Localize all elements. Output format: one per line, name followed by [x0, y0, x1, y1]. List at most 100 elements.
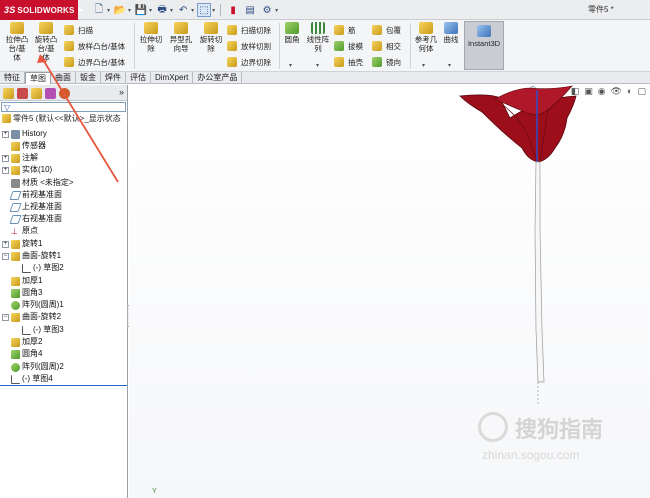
mirror-button[interactable]: 镜向	[372, 56, 401, 68]
boundary-cut-button[interactable]: 边界切除	[227, 56, 271, 68]
tree-item-fillet4[interactable]: 圆角4	[11, 349, 42, 359]
zoom-area-icon[interactable]: ⊕	[546, 86, 554, 97]
extrude-boss-button[interactable]: 拉伸凸 台/基 体	[4, 22, 30, 62]
collapse-icon[interactable]: −	[2, 313, 9, 321]
solid-body-folder-icon	[11, 165, 20, 175]
intersect-button[interactable]: 相交	[372, 40, 401, 52]
tree-item-surface-revolve2[interactable]: − 曲面-旋转2	[2, 312, 61, 322]
expand-icon[interactable]: +	[2, 240, 9, 248]
dropdown-icon[interactable]: ▾	[107, 7, 110, 14]
tree-item-revolve1[interactable]: + 旋转1	[2, 239, 42, 249]
tab-features[interactable]: 特征	[0, 72, 25, 84]
wrap-button[interactable]: 包覆	[372, 24, 401, 36]
dropdown-icon[interactable]: ▾	[212, 7, 215, 14]
dropdown-icon[interactable]: ▾	[149, 7, 152, 14]
more-tabs-icon[interactable]: »	[119, 87, 124, 97]
shell-button[interactable]: 抽壳	[334, 56, 363, 68]
extrude-cut-button[interactable]: 拉伸切 除	[138, 22, 164, 53]
tree-item-sketch2[interactable]: (-) 草图2	[22, 263, 64, 273]
open-file-icon[interactable]: 📂	[113, 3, 127, 17]
expand-icon[interactable]: +	[2, 154, 9, 162]
tree-item-surface-revolve1[interactable]: − 曲面-旋转1	[2, 251, 61, 261]
zoom-to-fit-icon[interactable]: 🔍	[529, 86, 540, 97]
tab-sheet-metal[interactable]: 钣金	[76, 72, 101, 84]
previous-view-icon[interactable]: ↺	[558, 86, 566, 97]
tree-item-origin[interactable]: ⊥ 原点	[11, 226, 38, 236]
options-gear-icon[interactable]: ⚙	[260, 3, 274, 17]
tree-item-circular-pattern2[interactable]: 阵列(圆周)2	[11, 362, 64, 372]
collapse-icon[interactable]: −	[2, 252, 9, 260]
feature-manager-tab-icon[interactable]	[3, 88, 14, 99]
dropdown-icon[interactable]: ▾	[191, 7, 194, 14]
revolve-cut-button[interactable]: 旋转切 除	[198, 22, 224, 53]
tab-dimxpert[interactable]: DimXpert	[151, 72, 194, 84]
dimxpert-manager-tab-icon[interactable]	[45, 88, 56, 99]
loft-cut-button[interactable]: 放样切割	[227, 40, 271, 52]
sweep-button[interactable]: 扫描	[64, 24, 93, 36]
quick-access-toolbar: 🗋 ▾ 📂 ▾ 💾 ▾ 🖶 ▾ ↶ ▾ ⬚ ▾ ▮ ▤ ⚙ ▾	[92, 3, 278, 17]
curves-dropdown-icon[interactable]: ▾	[448, 62, 451, 69]
boundary-boss-button[interactable]: 边界凸台/基体	[64, 56, 125, 68]
solidworks-logo[interactable]: 3S SOLIDWORKS ►	[0, 0, 84, 20]
reference-dropdown-icon[interactable]: ▾	[422, 62, 425, 69]
print-icon[interactable]: 🖶	[155, 3, 169, 17]
hole-wizard-button[interactable]: 异型孔 向导	[167, 22, 195, 53]
fillet-dropdown-icon[interactable]: ▾	[289, 62, 292, 69]
tree-item-thicken2[interactable]: 加厚2	[11, 337, 42, 347]
tab-evaluate[interactable]: 评估	[126, 72, 151, 84]
property-manager-tab-icon[interactable]	[17, 88, 28, 99]
configuration-manager-tab-icon[interactable]	[31, 88, 42, 99]
tab-office-products[interactable]: 办公室产品	[193, 72, 243, 84]
loft-boss-button[interactable]: 放样凸台/基体	[64, 40, 125, 52]
edit-appearance-icon[interactable]: ◐	[627, 86, 632, 97]
dropdown-icon[interactable]: ▾	[275, 7, 278, 14]
section-view-icon[interactable]: ◧	[571, 86, 580, 97]
display-style-icon[interactable]: ◉	[598, 86, 606, 97]
curves-button[interactable]: 曲线	[441, 22, 461, 44]
draft-button[interactable]: 拔模	[334, 40, 363, 52]
reference-geometry-button[interactable]: 参考几 何体	[413, 22, 439, 53]
linear-pattern-button[interactable]: 线性阵 列	[305, 22, 331, 53]
file-properties-icon[interactable]: ▤	[243, 3, 257, 17]
dropdown-icon[interactable]: ▾	[128, 7, 131, 14]
tree-filter-field[interactable]: ▽	[1, 102, 126, 112]
tree-item-material[interactable]: 材质 <未指定>	[11, 178, 74, 188]
tree-item-thicken1[interactable]: 加厚1	[11, 276, 42, 286]
dropdown-icon[interactable]: ▾	[170, 7, 173, 14]
save-icon[interactable]: 💾	[134, 3, 148, 17]
hide-show-items-icon[interactable]: 👁	[611, 86, 622, 97]
tree-item-right-plane[interactable]: 右视基准面	[9, 214, 62, 224]
select-cursor-icon[interactable]: ⬚	[197, 3, 212, 17]
shell-icon	[334, 57, 344, 67]
pattern-dropdown-icon[interactable]: ▾	[316, 62, 319, 69]
tab-sketch[interactable]: 草图	[25, 72, 51, 84]
new-file-icon[interactable]: 🗋	[92, 3, 106, 17]
tree-item-sketch4[interactable]: (-) 草图4	[11, 374, 53, 384]
display-manager-tab-icon[interactable]	[59, 88, 70, 99]
view-orientation-icon[interactable]: ▣	[584, 86, 593, 97]
tree-item-sketch3[interactable]: (-) 草图3	[22, 325, 64, 335]
expand-icon[interactable]: +	[2, 166, 9, 174]
tree-item-solid-bodies[interactable]: + 实体(10)	[2, 165, 52, 175]
tree-item-history[interactable]: + History	[2, 129, 47, 139]
tree-root-part[interactable]: 零件5 (默认<<默认>_显示状态	[2, 113, 121, 124]
annotation-icon	[11, 153, 20, 163]
tab-surfaces[interactable]: 曲面	[51, 72, 76, 84]
revolve-boss-button[interactable]: 旋转凸 台/基 体	[33, 22, 59, 62]
rib-button[interactable]: 筋	[334, 24, 356, 36]
tree-item-annotations[interactable]: + 注解	[2, 153, 38, 163]
tree-item-sensors[interactable]: 传感器	[11, 141, 46, 151]
tree-item-front-plane[interactable]: 前视基准面	[9, 190, 62, 200]
sweep-cut-button[interactable]: 扫描切除	[227, 24, 271, 36]
tab-weldments[interactable]: 焊件	[101, 72, 126, 84]
view-settings-icon[interactable]: ▢	[637, 86, 646, 97]
instant3d-button[interactable]: Instant3D	[464, 21, 504, 70]
tree-item-fillet3[interactable]: 圆角3	[11, 288, 42, 298]
rollback-bar[interactable]	[0, 385, 127, 386]
tree-item-top-plane[interactable]: 上视基准面	[9, 202, 62, 212]
undo-icon[interactable]: ↶	[176, 3, 190, 17]
rebuild-icon[interactable]: ▮	[226, 3, 240, 17]
tree-item-circular-pattern1[interactable]: 阵列(圆周)1	[11, 300, 64, 310]
fillet-button[interactable]: 圆角	[282, 22, 302, 44]
expand-icon[interactable]: +	[2, 130, 9, 138]
